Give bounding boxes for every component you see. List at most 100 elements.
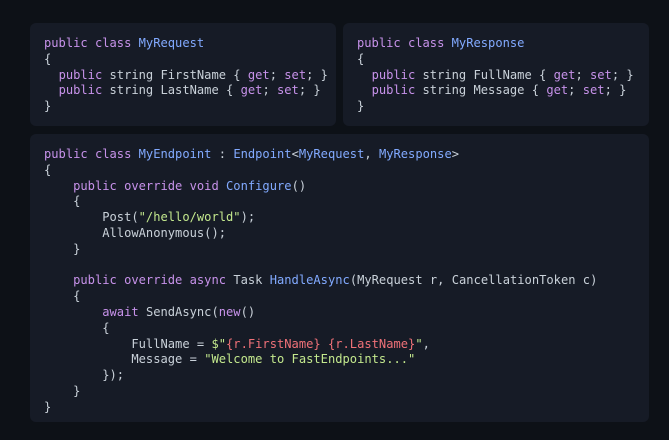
code-line: public string Message { get; set; } [357, 83, 634, 99]
code-token: string [422, 83, 474, 98]
code-token: ; [568, 83, 583, 98]
code-token: get [247, 67, 270, 82]
code-line: { [357, 52, 634, 68]
code-block-endpoint: public class MyEndpoint : Endpoint<MyReq… [44, 147, 597, 416]
code-token: ; } [604, 83, 627, 98]
code-token: Message = [44, 352, 205, 367]
code-token: FullName = [44, 336, 212, 351]
code-token: (MyRequest r, CancellationToken c) [349, 273, 598, 288]
code-panel-endpoint: public class MyEndpoint : Endpoint<MyReq… [30, 134, 649, 422]
code-token: } [357, 99, 365, 114]
code-token: {r.FirstName} [226, 336, 321, 351]
code-token: Endpoint [233, 147, 292, 161]
code-token: ; [575, 67, 590, 82]
code-token: : [211, 147, 234, 161]
code-line: AllowAnonymous(); [44, 226, 597, 242]
code-line: public class MyEndpoint : Endpoint<MyReq… [44, 147, 597, 163]
code-token: set [590, 67, 612, 82]
code-line: { [44, 194, 597, 210]
code-token: { [44, 162, 52, 177]
code-line: } [44, 242, 597, 258]
code-token: }); [44, 368, 125, 383]
code-token: FullName { [473, 67, 554, 82]
code-token: } [44, 399, 52, 414]
code-line: { [44, 52, 328, 68]
code-token: () [291, 178, 307, 193]
code-line: } [44, 99, 328, 115]
code-token: public class [44, 36, 139, 50]
code-line: { [44, 321, 597, 337]
code-token: } [44, 241, 81, 256]
code-token: await [102, 304, 146, 319]
code-token: MyRequest [298, 147, 365, 161]
code-line: } [357, 99, 634, 115]
code-token: public override void [73, 178, 227, 193]
code-token: { [357, 51, 365, 66]
code-token: Post( [44, 210, 139, 225]
code-line: Post("/hello/world"); [44, 210, 597, 226]
code-token: > [451, 147, 460, 161]
code-token: Message { [473, 83, 547, 98]
code-token: } [44, 383, 81, 398]
code-token: ; } [611, 67, 634, 82]
code-token: AllowAnonymous(); [44, 225, 227, 240]
code-panel-request: public class MyRequest{ public string Fi… [30, 23, 336, 126]
code-token: } [44, 99, 52, 114]
code-line: public string FullName { get; set; } [357, 68, 634, 84]
code-token: ; } [306, 67, 328, 82]
code-panel-response: public class MyResponse{ public string F… [343, 23, 649, 126]
code-token: set [582, 83, 605, 98]
code-token: , [422, 336, 430, 351]
code-token: MyResponse [451, 36, 525, 50]
code-token: public [58, 67, 110, 82]
code-line: FullName = $"{r.FirstName} {r.LastName}"… [44, 337, 597, 353]
code-token: Configure [226, 178, 292, 193]
code-token: "/hello/world" [138, 210, 241, 225]
code-token: FirstName { [160, 67, 248, 82]
code-token: public [371, 67, 423, 82]
code-token: LastName { [160, 83, 241, 98]
code-token: get [546, 83, 569, 98]
code-line: { [44, 163, 597, 179]
code-line: } [44, 400, 597, 416]
code-token: ; [262, 83, 277, 98]
code-token: " [415, 336, 423, 351]
code-line: public string LastName { get; set; } [44, 83, 328, 99]
code-token: set [277, 83, 299, 98]
code-token: new [218, 304, 241, 319]
code-token: MyEndpoint [138, 147, 212, 161]
code-token: { [44, 51, 52, 66]
code-token: public [58, 83, 110, 98]
code-token: $" [211, 336, 227, 351]
code-line: { [44, 289, 597, 305]
code-line: } [44, 384, 597, 400]
code-token: ); [240, 210, 256, 225]
code-token: public class [44, 147, 139, 161]
code-line: public class MyRequest [44, 36, 328, 52]
code-line: Message = "Welcome to FastEndpoints..." [44, 352, 597, 368]
code-token: public class [357, 36, 452, 50]
code-token: HandleAsync [269, 273, 350, 288]
code-token: string [109, 67, 161, 82]
code-token: SendAsync( [145, 304, 219, 319]
code-block-response: public class MyResponse{ public string F… [357, 36, 634, 115]
code-token: Task [233, 273, 270, 288]
code-token: get [240, 83, 263, 98]
code-line: await SendAsync(new() [44, 305, 597, 321]
code-token: set [284, 67, 307, 82]
code-token: public [371, 83, 423, 98]
code-token: get [553, 67, 576, 82]
code-token: , [364, 147, 379, 161]
code-line: public string FirstName { get; set; } [44, 68, 328, 84]
code-token: () [240, 304, 256, 319]
code-token: < [291, 147, 299, 161]
code-line: public class MyResponse [357, 36, 634, 52]
code-token: {r.LastName} [327, 336, 416, 351]
